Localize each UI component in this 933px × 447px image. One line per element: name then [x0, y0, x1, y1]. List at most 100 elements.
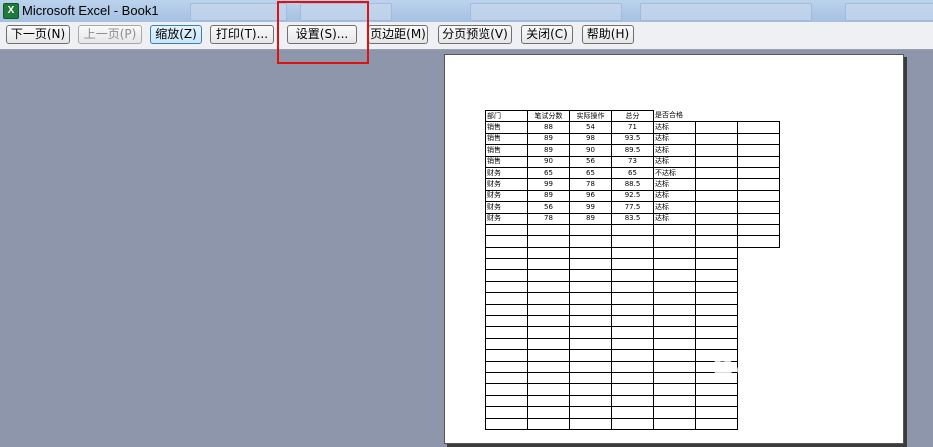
table-row — [485, 303, 780, 317]
table-cell — [611, 337, 654, 351]
table-cell: 财务 — [485, 166, 528, 180]
table-cell — [653, 292, 696, 305]
table-cell — [737, 189, 780, 203]
table-row: 财务 65 65 65 不达标 — [485, 166, 780, 180]
table-cell — [485, 383, 528, 396]
table-cell: 83.5 — [611, 212, 654, 225]
table-cell — [695, 292, 738, 305]
print-preview-toolbar: 下一页(N) 上一页(P) 缩放(Z) 打印(T)... 设置(S)... 页边… — [0, 22, 933, 50]
table-cell: 达标 — [653, 155, 696, 168]
table-cell — [653, 269, 696, 282]
table-cell — [738, 304, 780, 315]
table-cell — [485, 337, 528, 351]
table-cell — [695, 269, 738, 282]
table-cell — [696, 111, 738, 122]
table-cell — [569, 315, 612, 328]
table-cell — [569, 303, 612, 317]
table-cell: 77.5 — [611, 201, 654, 214]
page-break-preview-button[interactable]: 分页预览(V) — [438, 25, 512, 44]
table-cell — [527, 337, 570, 351]
table-cell — [695, 258, 738, 271]
table-cell — [653, 315, 696, 328]
close-button[interactable]: 关闭(C) — [521, 25, 573, 44]
table-cell — [527, 223, 570, 237]
next-page-button[interactable]: 下一页(N) — [6, 25, 70, 44]
margins-button[interactable]: 页边距(M) — [368, 25, 428, 44]
table-row: 销售 89 98 93.5 达标 — [485, 132, 780, 146]
previous-page-button[interactable]: 上一页(P) — [78, 25, 142, 44]
table-cell: 98 — [569, 132, 612, 146]
table-cell — [527, 394, 570, 408]
preview-page: 部门 笔试分数 实际操作 总分 是否合格 销售 88 54 71 达标 销售 89 98 93.5 达标 销售… — [444, 54, 904, 444]
table-cell: 56 — [527, 201, 570, 214]
table-cell: 65 — [569, 166, 612, 180]
table-header-cell: 是否合格 — [655, 111, 683, 120]
table-cell — [737, 132, 780, 146]
table-cell — [695, 189, 738, 203]
table-cell — [569, 406, 612, 419]
table-cell — [569, 269, 612, 282]
excel-icon: X — [3, 3, 19, 19]
print-button[interactable]: 打印(T)... — [210, 25, 274, 44]
background-window-tab — [190, 3, 287, 21]
table-row: 财务 78 89 83.5 达标 — [485, 212, 780, 225]
table-cell — [653, 303, 696, 317]
table-cell: 56 — [569, 155, 612, 168]
table-cell — [527, 303, 570, 317]
table-cell — [569, 383, 612, 396]
table-cell: 达标 — [653, 144, 696, 157]
table-cell — [653, 235, 696, 248]
table-cell — [653, 258, 696, 271]
table-cell — [695, 280, 738, 294]
table-cell — [611, 383, 654, 396]
table-cell — [527, 326, 570, 339]
table-cell: 不达标 — [653, 166, 696, 180]
table-cell — [485, 349, 528, 362]
table-cell: 89 — [527, 132, 570, 146]
table-cell — [569, 235, 612, 248]
table-cell: 93.5 — [611, 132, 654, 146]
table-cell — [485, 269, 528, 282]
table-cell — [527, 371, 570, 385]
table-row — [485, 258, 780, 271]
table-cell: 65 — [527, 166, 570, 180]
table-cell — [695, 303, 738, 317]
table-row — [485, 269, 780, 282]
table-cell — [485, 417, 528, 430]
table-cell — [695, 394, 738, 408]
table-row — [485, 406, 780, 419]
table-cell: 78 — [569, 178, 612, 191]
setup-button[interactable]: 设置(S)... — [287, 25, 357, 44]
table-cell: 89 — [527, 144, 570, 157]
help-button[interactable]: 帮助(H) — [582, 25, 634, 44]
table-row — [485, 246, 780, 260]
table-cell: 99 — [569, 201, 612, 214]
table-cell — [527, 292, 570, 305]
background-window-tab — [300, 3, 392, 21]
table-cell — [527, 269, 570, 282]
table-cell — [738, 316, 780, 327]
baidu-watermark-url: jingyan.baidu.com — [756, 398, 886, 414]
table-cell: 销售 — [485, 132, 528, 146]
table-cell — [653, 394, 696, 408]
table-cell — [569, 246, 612, 260]
table-cell — [737, 201, 780, 214]
table-cell: 销售 — [485, 155, 528, 168]
table-row: 财务 89 96 92.5 达标 — [485, 189, 780, 203]
baidu-watermark: Bai du 经验 — [712, 348, 899, 383]
table-cell — [569, 280, 612, 294]
table-cell — [611, 371, 654, 385]
table-header-cell: 部门 — [485, 109, 528, 123]
table-cell — [485, 371, 528, 385]
table-cell: 90 — [527, 155, 570, 168]
table-cell — [695, 212, 738, 225]
table-cell: 88 — [527, 121, 570, 134]
table-cell — [611, 303, 654, 317]
zoom-button[interactable]: 缩放(Z) — [150, 25, 202, 44]
table-cell — [485, 326, 528, 339]
table-cell: 89 — [527, 189, 570, 203]
table-cell — [527, 235, 570, 248]
table-cell — [569, 349, 612, 362]
table-cell — [738, 270, 780, 281]
table-cell — [611, 349, 654, 362]
